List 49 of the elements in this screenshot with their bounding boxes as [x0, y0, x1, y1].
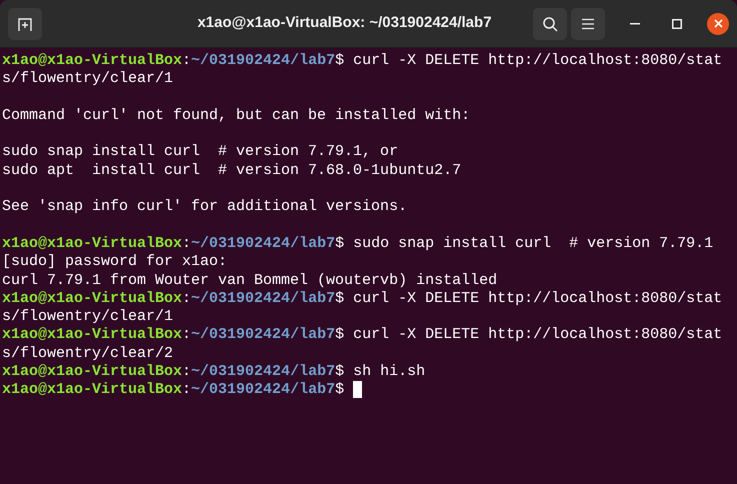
command-text: sudo snap install curl # version 7.79.1: [353, 234, 714, 254]
close-icon: [714, 19, 722, 28]
prompt-path: ~/031902424/lab7: [191, 290, 336, 308]
prompt-path: ~/031902424/lab7: [191, 326, 336, 345]
prompt-user-host: x1ao@x1ao-VirtualBox: [2, 290, 182, 308]
prompt-symbol: $: [335, 290, 344, 308]
output-line: s/flowentry/clear/2: [2, 344, 174, 364]
output-line: s/flowentry/clear/1: [2, 308, 174, 326]
prompt-separator: :: [182, 381, 192, 400]
output-line: Command 'curl' not found, but can be installed with:: [2, 106, 470, 126]
prompt-symbol: $: [335, 52, 344, 70]
menu-button[interactable]: [571, 8, 605, 40]
prompt-user-host: x1ao@x1ao-VirtualBox: [2, 234, 182, 254]
command-text: curl -X DELETE http://localhost:8080/stat: [353, 290, 722, 308]
prompt-symbol: $: [335, 326, 344, 345]
prompt-user-host: x1ao@x1ao-VirtualBox: [2, 363, 182, 382]
prompt-user-host: x1ao@x1ao-VirtualBox: [2, 381, 182, 400]
output-line: [sudo] password for x1ao:: [2, 253, 228, 272]
minimize-icon: [630, 22, 640, 24]
prompt-separator: :: [182, 290, 192, 308]
command-text: sh hi.sh: [353, 363, 426, 382]
new-tab-button[interactable]: [8, 8, 42, 40]
maximize-icon: [672, 18, 682, 28]
output-line: sudo snap install curl # version 7.79.1, or: [2, 143, 398, 162]
output-line: curl 7.79.1 from Wouter van Bommel (woutervb) installed: [2, 272, 498, 290]
prompt-path: ~/031902424/lab7: [191, 52, 336, 70]
prompt-separator: :: [182, 363, 192, 382]
prompt-user-host: x1ao@x1ao-VirtualBox: [2, 52, 182, 70]
prompt-path: ~/031902424/lab7: [191, 234, 336, 254]
prompt-symbol: $: [335, 234, 344, 254]
command-text: curl -X DELETE http://localhost:8080/stat: [353, 52, 722, 70]
window-title: x1ao@x1ao-VirtualBox: ~/031902424/lab7: [197, 13, 492, 34]
prompt-symbol: $: [335, 381, 344, 400]
output-line: sudo apt install curl # version 7.68.0-1ubuntu2.7: [2, 162, 462, 180]
command-text: curl -X DELETE http://localhost:8080/stat: [353, 326, 722, 345]
prompt-separator: :: [182, 52, 192, 70]
new-tab-icon: [17, 16, 33, 32]
search-button[interactable]: [533, 8, 567, 40]
close-button[interactable]: [707, 12, 729, 34]
prompt-user-host: x1ao@x1ao-VirtualBox: [2, 326, 182, 345]
prompt-symbol: $: [335, 363, 344, 382]
output-line: See 'snap info curl' for additional versions.: [2, 198, 408, 217]
search-icon: [542, 16, 558, 32]
prompt-path: ~/031902424/lab7: [191, 363, 336, 382]
menu-icon: [581, 18, 595, 30]
output-line: s/flowentry/clear/1: [2, 70, 174, 89]
prompt-separator: :: [182, 234, 192, 254]
prompt-separator: :: [182, 326, 192, 345]
prompt-path: ~/031902424/lab7: [191, 381, 336, 400]
